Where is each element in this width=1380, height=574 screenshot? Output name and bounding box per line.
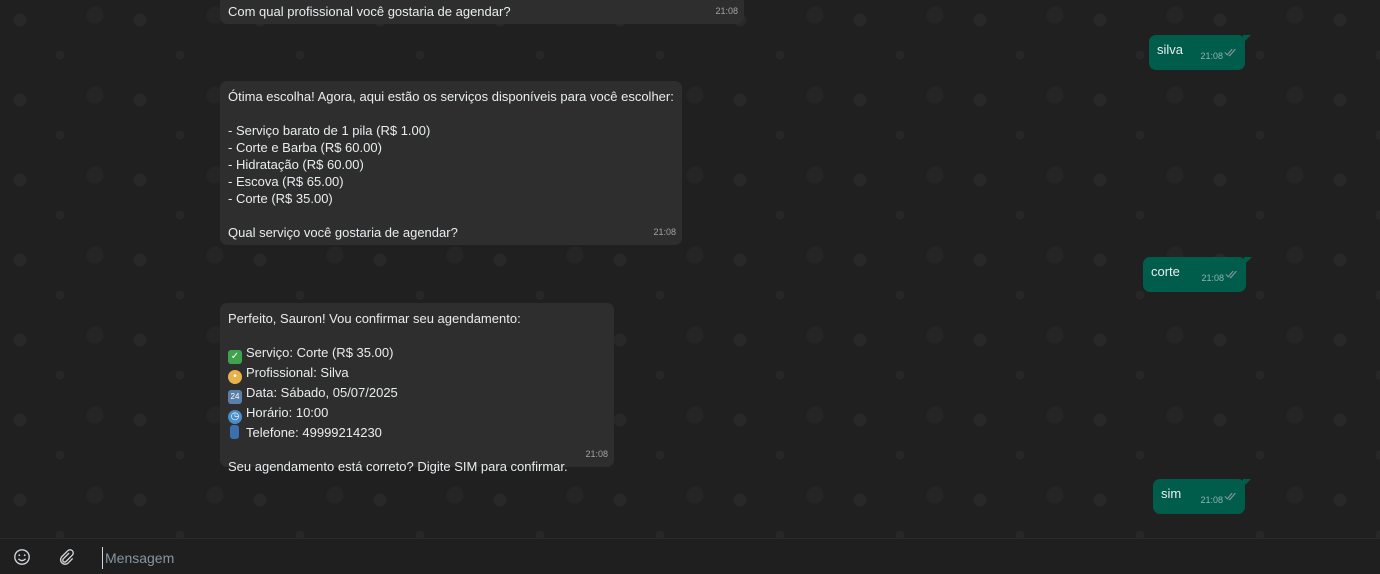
- message-intro: Perfeito, Sauron! Vou confirmar seu agen…: [228, 311, 521, 326]
- emoji-icon[interactable]: [13, 548, 31, 566]
- person-icon: •: [228, 370, 242, 384]
- read-ticks-icon: [1225, 270, 1237, 279]
- attach-icon[interactable]: [57, 548, 75, 566]
- incoming-message: Com qual profissional você gostaria de a…: [220, 0, 744, 24]
- line-text: Data: Sábado, 05/07/2025: [246, 385, 398, 400]
- bubble-tail: [1244, 257, 1252, 265]
- message-text: Com qual profissional você gostaria de a…: [228, 4, 511, 19]
- incoming-message: Perfeito, Sauron! Vou confirmar seu agen…: [220, 303, 614, 474]
- line-text: Profissional: Silva: [246, 365, 349, 380]
- line-text: Serviço: Corte (R$ 35.00): [246, 345, 394, 360]
- outgoing-message: corte 21:08: [1143, 257, 1252, 292]
- message-time: 21:08: [1201, 273, 1224, 283]
- confirm-line: ◷ Horário: 10:00: [228, 404, 606, 424]
- line-text: Telefone: 49999214230: [246, 425, 382, 440]
- message-time: 21:08: [1200, 51, 1223, 61]
- outgoing-message: sim 21:08: [1153, 479, 1251, 514]
- incoming-message: Ótima escolha! Agora, aqui estão os serv…: [220, 81, 682, 245]
- message-time: 21:08: [653, 227, 676, 237]
- mobile-phone-icon: [230, 425, 239, 439]
- calendar-icon: 24: [228, 390, 242, 404]
- chat-area: Com qual profissional você gostaria de a…: [0, 0, 1380, 538]
- check-mark-icon: ✓: [228, 350, 242, 364]
- confirm-line: 24 Data: Sábado, 05/07/2025: [228, 384, 606, 404]
- confirm-line: • Profissional: Silva: [228, 364, 606, 384]
- bubble-tail: [1243, 479, 1251, 487]
- read-ticks-icon: [1224, 48, 1236, 57]
- line-text: Horário: 10:00: [246, 405, 329, 420]
- message-outro: Seu agendamento está correto? Digite SIM…: [228, 459, 568, 474]
- message-time: 21:08: [585, 449, 608, 459]
- read-ticks-icon: [1224, 492, 1236, 501]
- outgoing-message: silva 21:08: [1149, 35, 1251, 70]
- message-text: Ótima escolha! Agora, aqui estão os serv…: [228, 89, 674, 240]
- confirm-line: Telefone: 49999214230: [228, 424, 606, 441]
- alarm-clock-icon: ◷: [228, 410, 242, 424]
- confirm-line: ✓ Serviço: Corte (R$ 35.00): [228, 344, 606, 364]
- bubble-tail: [1243, 35, 1251, 43]
- message-composer: [0, 538, 1380, 574]
- message-input[interactable]: [102, 547, 1307, 569]
- message-time: 21:08: [1200, 495, 1223, 505]
- message-time: 21:08: [715, 6, 738, 16]
